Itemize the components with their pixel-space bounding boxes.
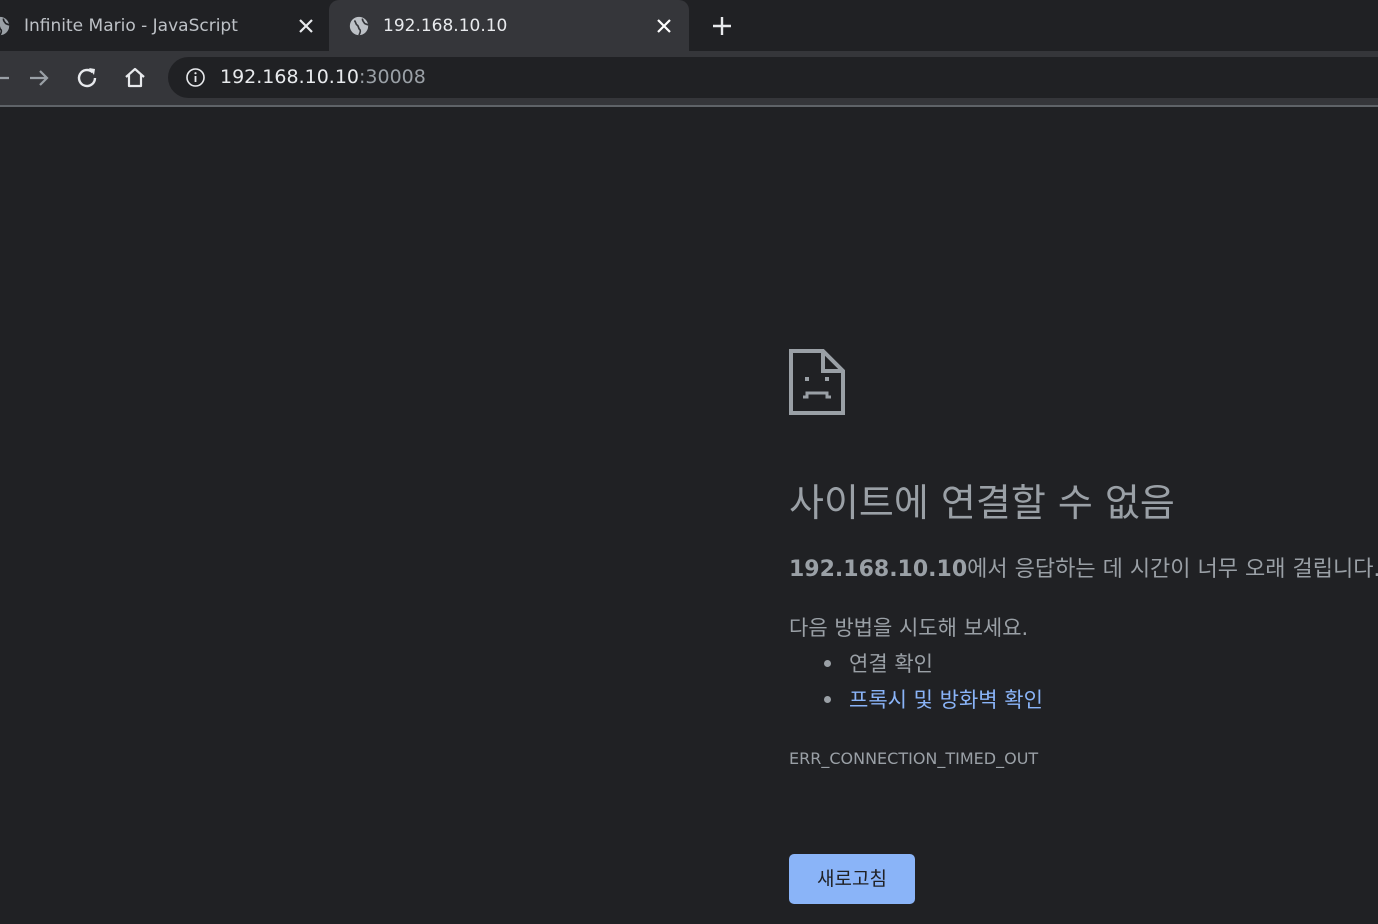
suggestions-heading: 다음 방법을 시도해 보세요. (789, 616, 1029, 640)
proxy-firewall-link[interactable]: 프록시 및 방화벽 확인 (849, 688, 1043, 712)
close-icon[interactable] (295, 15, 317, 37)
reload-icon[interactable] (71, 62, 103, 94)
info-icon[interactable] (184, 66, 207, 89)
suggestion-check-proxy-firewall: 프록시 및 방화벽 확인 (824, 686, 1043, 714)
tab-infinite-mario[interactable]: Infinite Mario - JavaScript (0, 0, 328, 51)
suggestion-text: 연결 확인 (849, 652, 933, 676)
back-arrow-icon[interactable] (0, 62, 16, 94)
close-icon[interactable] (653, 15, 675, 37)
bullet (824, 695, 831, 703)
globe-icon (349, 16, 369, 36)
forward-arrow-icon[interactable] (23, 62, 55, 94)
url-port: :30008 (359, 66, 426, 88)
error-page: 사이트에 연결할 수 없음 192.168.10.10에서 응답하는 데 시간이… (0, 107, 1378, 924)
error-title: 사이트에 연결할 수 없음 (789, 481, 1175, 525)
new-tab-button[interactable] (708, 12, 736, 40)
url-host: 192.168.10.10 (220, 66, 360, 88)
address-bar[interactable]: 192.168.10.10:30008 (168, 57, 1378, 98)
home-icon[interactable] (119, 62, 151, 94)
error-summary: 192.168.10.10에서 응답하는 데 시간이 너무 오래 걸립니다. (789, 556, 1378, 584)
suggestion-check-connection: 연결 확인 (824, 650, 933, 678)
error-host: 192.168.10.10 (789, 557, 968, 582)
tab-title: 192.168.10.10 (383, 16, 508, 36)
tab-192-168-10-10[interactable]: 192.168.10.10 (329, 0, 689, 51)
error-summary-text: 에서 응답하는 데 시간이 너무 오래 걸립니다. (967, 557, 1378, 582)
url-text[interactable]: 192.168.10.10:30008 (220, 66, 426, 89)
tab-strip: Infinite Mario - JavaScript 192.168.10.1… (0, 0, 1378, 51)
error-code: ERR_CONNECTION_TIMED_OUT (789, 749, 1039, 768)
globe-icon (0, 16, 10, 36)
reload-button[interactable]: 새로고침 (789, 854, 915, 904)
sad-document-icon (789, 349, 845, 415)
tab-title: Infinite Mario - JavaScript (24, 16, 238, 36)
bullet (824, 659, 831, 667)
browser-toolbar: 192.168.10.10:30008 (0, 51, 1378, 107)
